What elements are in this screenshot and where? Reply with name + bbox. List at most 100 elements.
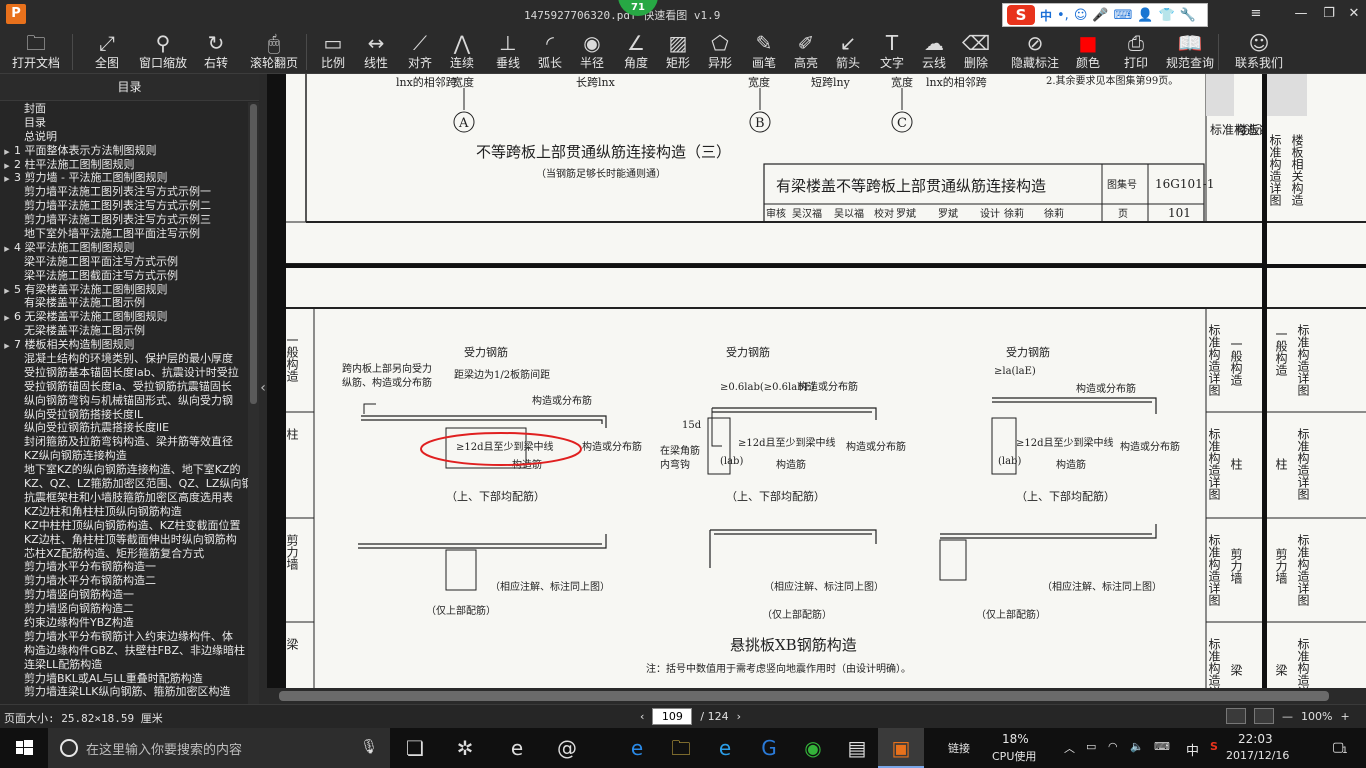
toolbar-color-swatch-button[interactable]: ■ 颜色 — [1070, 30, 1106, 72]
edge-legacy-icon[interactable]: e — [494, 728, 540, 768]
calculator-app-icon[interactable]: ▤ — [834, 728, 880, 768]
toolbar-contact-button[interactable]: ☺ 联系我们 — [1230, 30, 1288, 72]
ime-language-toggle[interactable]: 中 — [1040, 7, 1052, 24]
toc-item[interactable]: 剪力墙BKL或AL与LL重叠时配筋构造 — [0, 672, 248, 686]
expand-arrow-icon[interactable]: ▶ — [0, 285, 14, 297]
toc-scrollbar[interactable] — [248, 102, 259, 704]
zoom-in-button[interactable]: + — [1340, 710, 1349, 723]
toc-item[interactable]: KZ中柱柱顶纵向钢筋构造、KZ柱变截面位置 — [0, 519, 248, 533]
toc-item[interactable]: 混凝土结构的环境类别、保护层的最小厚度 — [0, 352, 248, 366]
toolbar-arrow-button[interactable]: ↙ 箭头 — [830, 30, 866, 72]
toc-item[interactable]: 连梁LL配筋构造 — [0, 658, 248, 672]
sogou-tray-icon[interactable]: S — [1210, 740, 1218, 753]
microphone-icon[interactable]: 🎤 — [1092, 8, 1108, 23]
toolbar-text-button[interactable]: T 文字 — [874, 30, 910, 72]
toolbar-rectangle-button[interactable]: ▨ 矩形 — [660, 30, 696, 72]
toolbar-polygon-button[interactable]: ⬠ 异形 — [702, 30, 738, 72]
document-viewer[interactable]: lnx的相邻跨 宽度 长跨lnx 宽度 短跨lny 宽度 lnx的相邻跨 2.其… — [267, 74, 1366, 704]
task-view-icon[interactable]: ❏ — [392, 728, 438, 768]
tray-ime-indicator[interactable]: 中 — [1186, 740, 1199, 759]
toc-item[interactable]: 剪力墙竖向钢筋构造二 — [0, 602, 248, 616]
pinwheel-app-icon[interactable]: ✲ — [442, 728, 488, 768]
prev-page-icon[interactable]: ‹ — [640, 710, 644, 723]
sogou-ime-icon[interactable]: S — [1007, 5, 1035, 25]
toolbar-magnifier-button[interactable]: ⚲ 窗口缩放 — [134, 30, 192, 72]
maximize-button[interactable]: ❐ — [1318, 4, 1340, 24]
single-page-view-button[interactable] — [1226, 708, 1246, 724]
toolbar-book-search-button[interactable]: 📖 规范查询 — [1164, 30, 1216, 72]
toc-item[interactable]: 剪力墙连梁LLK纵向钢筋、箍筋加密区构造 — [0, 685, 248, 699]
toc-item[interactable]: 总说明 — [0, 130, 248, 144]
keyboard-icon[interactable]: ⌨ — [1114, 8, 1133, 23]
minimize-button[interactable]: — — [1290, 4, 1312, 24]
toc-item[interactable]: 纵向受拉钢筋抗震搭接长度llE — [0, 421, 248, 435]
expand-arrow-icon[interactable]: ▶ — [0, 312, 14, 324]
spiral-app-icon[interactable]: @ — [544, 728, 590, 768]
expand-arrow-icon[interactable]: ▶ — [0, 146, 14, 158]
toc-item[interactable]: 封面 — [0, 102, 248, 116]
toc-item[interactable]: 剪力墙水平分布钢筋构造二 — [0, 574, 248, 588]
toc-scrollbar-thumb[interactable] — [250, 104, 257, 404]
horizontal-scrollbar[interactable] — [267, 688, 1366, 704]
toc-item[interactable]: 封闭箍筋及拉筋弯钩构造、梁并筋等效直径 — [0, 435, 248, 449]
taskbar-search[interactable]: 在这里输入你要搜索的内容 🎙 — [48, 728, 390, 768]
toolbar-fullview-button[interactable]: ⤢ 全图 — [88, 30, 126, 72]
ie-browser-icon[interactable]: e — [702, 728, 748, 768]
toc-item[interactable]: ▶ 4 梁平法施工图制图规则 — [0, 241, 248, 255]
toolbar-mouse-wheel-button[interactable]: 🖱 滚轮翻页 — [246, 30, 302, 72]
toc-item[interactable]: 受拉钢筋锚固长度la、受拉钢筋抗震锚固长 — [0, 380, 248, 394]
tray-link-label[interactable]: 链接 — [948, 740, 970, 756]
microphone-icon[interactable]: 🎙 — [360, 739, 378, 755]
clock-date[interactable]: 2017/12/16 — [1226, 749, 1289, 762]
ime-punct-toggle[interactable]: •, — [1057, 8, 1069, 23]
toolbar-linear-measure-button[interactable]: ↔ 线性 — [358, 30, 394, 72]
toolbar-printer-button[interactable]: ⎙ 打印 — [1118, 30, 1154, 72]
toc-item[interactable]: 芯柱XZ配筋构造、矩形箍筋复合方式 — [0, 547, 248, 561]
expand-arrow-icon[interactable]: ▶ — [0, 160, 14, 172]
toc-item[interactable]: KZ边柱、角柱柱顶等截面伸出时纵向钢筋构 — [0, 533, 248, 547]
zoom-out-button[interactable]: — — [1282, 710, 1293, 723]
toolbar-rotate-right-button[interactable]: ↻ 右转 — [198, 30, 234, 72]
toc-item[interactable]: 构造边缘构件GBZ、扶壁柱FBZ、非边缘暗柱 — [0, 644, 248, 658]
toolbar-folder-button[interactable]: 🗀 打开文档 — [6, 30, 66, 72]
toc-item[interactable]: KZ纵向钢筋连接构造 — [0, 449, 248, 463]
toc-item[interactable]: ▶ 5 有梁楼盖平法施工图制图规则 — [0, 283, 248, 297]
chevron-up-icon[interactable]: ︿ — [1064, 740, 1075, 756]
horizontal-scrollbar-thumb[interactable] — [279, 691, 1329, 701]
edge-browser-icon[interactable]: e — [614, 728, 660, 768]
toc-item[interactable]: 梁平法施工图平面注写方式示例 — [0, 255, 248, 269]
toc-item[interactable]: ▶ 3 剪力墙 - 平法施工图制图规则 — [0, 171, 248, 185]
clock-time[interactable]: 22:03 — [1238, 732, 1273, 746]
toolbar-arc-length-button[interactable]: ◜ 弧长 — [532, 30, 568, 72]
toc-item[interactable]: 有梁楼盖平法施工图示例 — [0, 296, 248, 310]
toolbar-pen-button[interactable]: ✎ 画笔 — [746, 30, 782, 72]
skin-icon[interactable]: 👕 — [1159, 8, 1175, 23]
menu-icon[interactable]: ≡ — [1245, 4, 1267, 24]
battery-icon[interactable]: ▭ — [1086, 740, 1096, 753]
toc-item[interactable]: 约束边缘构件YBZ构造 — [0, 616, 248, 630]
toc-item[interactable]: 无梁楼盖平法施工图示例 — [0, 324, 248, 338]
toc-item[interactable]: 剪力墙水平分布钢筋计入约束边缘构件、体 — [0, 630, 248, 644]
emoji-icon[interactable]: ☺ — [1074, 8, 1088, 23]
toc-item[interactable]: 梁平法施工图截面注写方式示例 — [0, 269, 248, 283]
user-icon[interactable]: 👤 — [1137, 8, 1153, 23]
toc-item[interactable]: ▶ 2 柱平法施工图制图规则 — [0, 158, 248, 172]
toc-item[interactable]: 剪力墙平法施工图列表注写方式示例一 — [0, 185, 248, 199]
toc-item[interactable]: 纵向钢筋弯钩与机械锚固形式、纵向受力钢 — [0, 394, 248, 408]
ime-toolbar[interactable]: S 中 •, ☺ 🎤 ⌨ 👤 👕 🔧 — [1002, 3, 1208, 27]
toc-item[interactable]: 纵向受拉钢筋搭接长度lL — [0, 408, 248, 422]
pdf-viewer-task-icon[interactable]: ▣ — [878, 728, 924, 768]
toc-item[interactable]: 剪力墙竖向钢筋构造一 — [0, 588, 248, 602]
expand-arrow-icon[interactable]: ▶ — [0, 340, 14, 352]
toc-item[interactable]: 剪力墙平法施工图列表注写方式示例二 — [0, 199, 248, 213]
toc-item[interactable]: 受拉钢筋基本锚固长度lab、抗震设计时受拉 — [0, 366, 248, 380]
toc-item[interactable]: 剪力墙平法施工图列表注写方式示例三 — [0, 213, 248, 227]
toolbar-ruler-button[interactable]: ▭ 比例 — [316, 30, 350, 72]
toc-item[interactable]: ▶ 6 无梁楼盖平法施工图制图规则 — [0, 310, 248, 324]
toc-item[interactable]: KZ边柱和角柱柱顶纵向钢筋构造 — [0, 505, 248, 519]
toolbar-cloud-line-button[interactable]: ☁ 云线 — [916, 30, 952, 72]
expand-arrow-icon[interactable]: ▶ — [0, 243, 14, 255]
toolbar-highlighter-button[interactable]: ✐ 高亮 — [788, 30, 824, 72]
start-button[interactable] — [0, 728, 48, 768]
toc-item[interactable]: 剪力墙水平分布钢筋构造一 — [0, 560, 248, 574]
